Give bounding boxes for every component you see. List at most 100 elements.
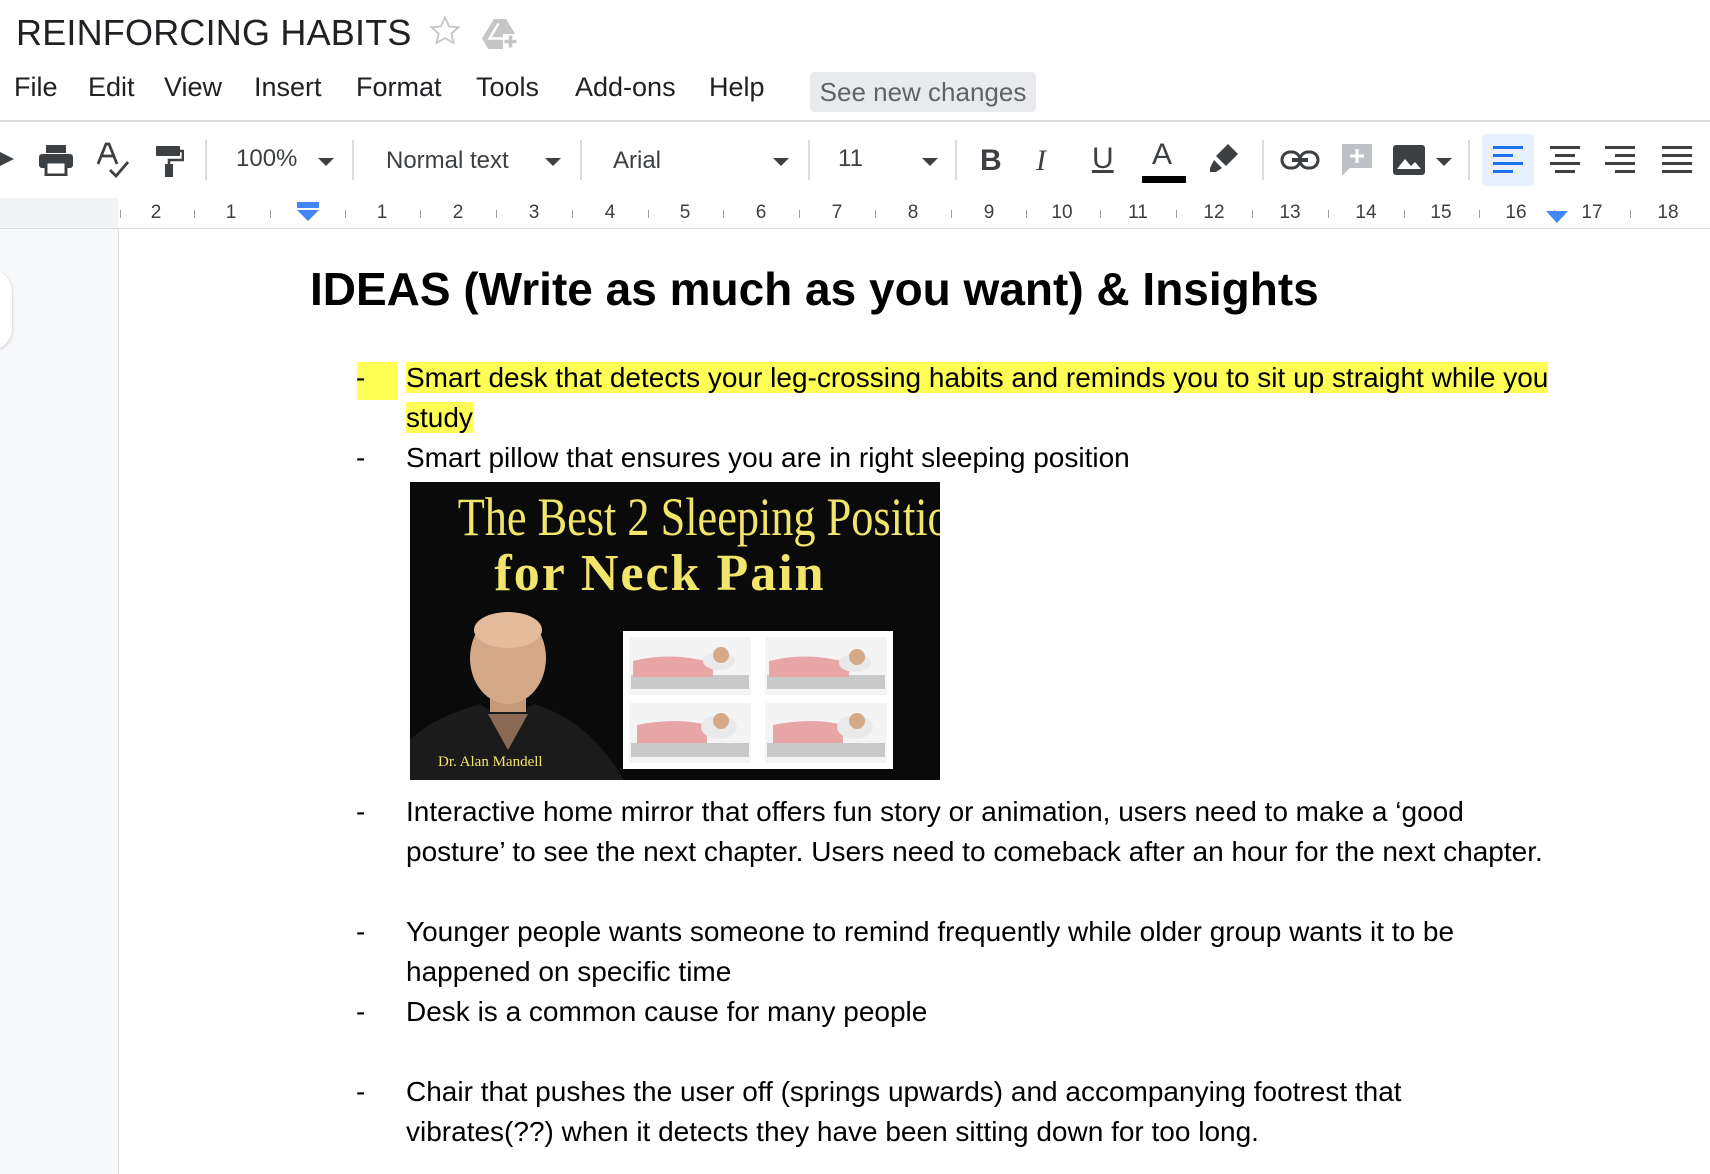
ruler-tick (875, 210, 876, 218)
ruler-number: 6 (755, 202, 767, 223)
menu-file[interactable]: File (14, 72, 58, 103)
insert-image-dropdown-icon[interactable] (1436, 158, 1452, 166)
ruler-number: 2 (150, 202, 162, 223)
ruler-number: 13 (1279, 202, 1301, 223)
ruler-number: 3 (528, 202, 540, 223)
ruler-tick (1252, 210, 1253, 218)
bullet-text: Smart desk that detects your leg-crossin… (406, 362, 1549, 433)
ruler-number: 15 (1430, 202, 1452, 223)
bullet-text: Younger people wants someone to remind f… (406, 916, 1455, 987)
font-size-select[interactable]: 11 (838, 145, 863, 173)
ruler-number: 1 (225, 202, 237, 223)
embedded-image[interactable]: The Best 2 Sleeping Positions for Neck P… (410, 482, 940, 780)
toolbar-separator (955, 140, 957, 180)
image-caption: Dr. Alan Mandell (438, 754, 543, 770)
image-title-line1: The Best 2 Sleeping Positions (457, 487, 940, 547)
ruler-number: 1 (376, 202, 388, 223)
ruler-tick (420, 210, 421, 218)
ruler-tick (723, 210, 724, 218)
toolbar-separator (808, 140, 810, 180)
bullet-item: Smart desk that detects your leg-crossin… (406, 358, 1556, 438)
bullet-marker: - (356, 362, 366, 393)
sleeping-positions-panel (623, 631, 893, 769)
bullet-marker: - (356, 916, 366, 947)
justify-icon[interactable] (1662, 146, 1692, 174)
ruler-number: 7 (831, 202, 843, 223)
ruler-tick (194, 210, 195, 218)
spellcheck-icon[interactable] (96, 142, 130, 178)
font-size-dropdown-icon[interactable] (922, 158, 938, 166)
move-to-drive-icon[interactable] (480, 16, 520, 52)
zoom-select[interactable]: 100% (236, 145, 297, 173)
ruler-number: 2 (452, 202, 464, 223)
left-indent-marker-icon[interactable] (296, 202, 320, 222)
bullet-text: Chair that pushes the user off (springs … (406, 1076, 1402, 1147)
ruler-number: 12 (1203, 202, 1225, 223)
bullet-marker: - (356, 996, 366, 1027)
bullet-marker: - (356, 796, 366, 827)
ruler-tick (1026, 210, 1027, 218)
redo-icon[interactable] (0, 146, 20, 172)
ruler-tick (1328, 210, 1329, 218)
text-color-button[interactable]: A (1152, 138, 1172, 172)
align-center-icon[interactable] (1550, 146, 1580, 174)
ruler-number: 11 (1128, 202, 1148, 223)
menu-help[interactable]: Help (709, 72, 765, 103)
bullet-marker: - (356, 1076, 366, 1107)
text-color-swatch (1142, 176, 1186, 183)
menu-format[interactable]: Format (356, 72, 442, 103)
menu-add-ons[interactable]: Add-ons (575, 72, 676, 103)
ruler-number: 4 (604, 202, 616, 223)
ruler-tick (1630, 210, 1631, 218)
menu-tools[interactable]: Tools (476, 72, 539, 103)
ruler-tick (1176, 210, 1177, 218)
print-icon[interactable] (38, 144, 74, 176)
ruler-tick (572, 210, 573, 218)
ruler-tick (120, 210, 121, 218)
ruler-tick (496, 210, 497, 218)
underline-button[interactable]: U (1092, 142, 1114, 176)
zoom-dropdown-icon[interactable] (318, 158, 334, 166)
document-title[interactable]: REINFORCING HABITS (16, 12, 412, 54)
highlight-color-icon[interactable] (1208, 142, 1240, 174)
ruler-number: 5 (679, 202, 691, 223)
bold-button[interactable]: B (980, 144, 1002, 178)
toolbar-separator (1468, 140, 1470, 180)
font-family-select[interactable]: Arial (613, 147, 661, 175)
star-icon[interactable] (428, 14, 462, 48)
bullet-text: Smart pillow that ensures you are in rig… (406, 442, 1130, 473)
add-comment-icon[interactable] (1340, 142, 1374, 178)
paragraph-style-select[interactable]: Normal text (386, 147, 509, 175)
page-heading: IDEAS (Write as much as you want) & Insi… (310, 263, 1319, 315)
ruler-tick (799, 210, 800, 218)
align-right-icon[interactable] (1605, 146, 1635, 174)
right-indent-marker-icon[interactable] (1545, 210, 1569, 224)
align-left-icon[interactable] (1493, 146, 1523, 174)
ruler-number: 10 (1051, 202, 1073, 223)
ruler-tick (648, 210, 649, 218)
bullet-text: Desk is a common cause for many people (406, 996, 928, 1027)
see-new-changes-button[interactable]: See new changes (810, 72, 1036, 112)
insert-image-icon[interactable] (1392, 144, 1426, 176)
insert-link-icon[interactable] (1280, 148, 1320, 172)
toolbar-separator (352, 140, 354, 180)
ruler-number: 17 (1581, 202, 1603, 223)
style-dropdown-icon[interactable] (545, 158, 561, 166)
ruler-tick (951, 210, 952, 218)
paint-format-icon[interactable] (154, 144, 184, 178)
bullet-text: Interactive home mirror that offers fun … (406, 796, 1543, 867)
italic-button[interactable]: I (1036, 144, 1046, 178)
bullet-marker: - (356, 442, 366, 473)
font-dropdown-icon[interactable] (773, 158, 789, 166)
menu-view[interactable]: View (164, 72, 222, 103)
toolbar-separator (580, 140, 582, 180)
ruler-tick (1100, 210, 1101, 218)
ruler-tick (270, 210, 271, 218)
ruler: 2 1 1 2 3 4 5 6 7 8 9 10 11 12 13 14 15 … (0, 198, 1710, 229)
ruler-number: 8 (907, 202, 919, 223)
ruler-number: 16 (1505, 202, 1527, 223)
menu-insert[interactable]: Insert (254, 72, 322, 103)
image-title-line2: for Neck Pain (494, 545, 826, 602)
toolbar-separator (1262, 140, 1264, 180)
menu-edit[interactable]: Edit (88, 72, 135, 103)
